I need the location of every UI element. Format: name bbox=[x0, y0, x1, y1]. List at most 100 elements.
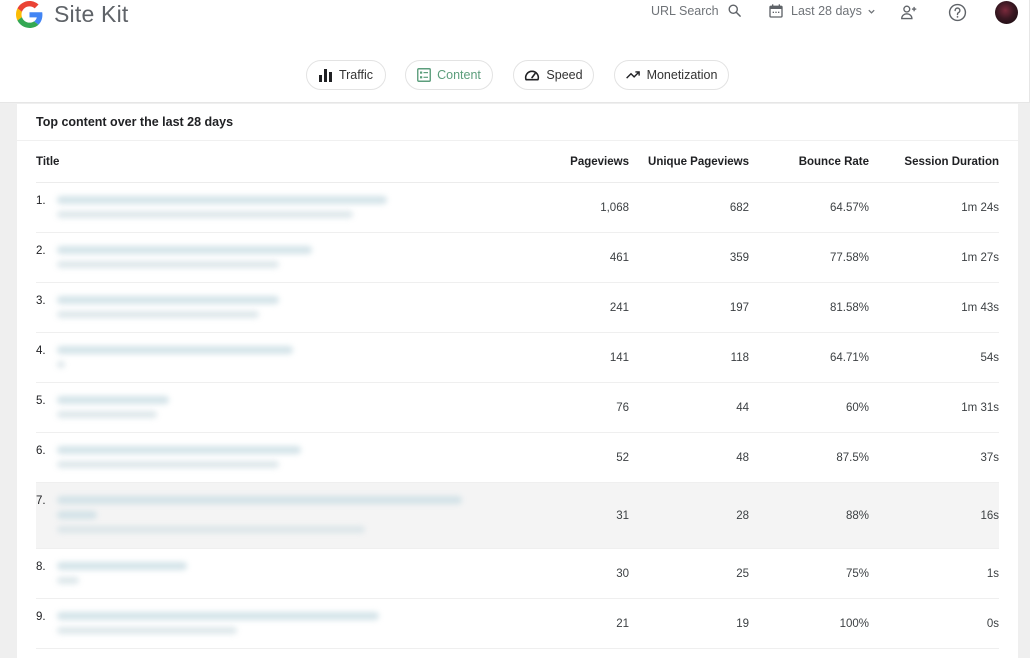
row-rank: 9. bbox=[36, 611, 46, 623]
session-duration-value: 1m 31s bbox=[961, 401, 999, 414]
row-rank: 1. bbox=[36, 195, 46, 207]
tab-content[interactable]: Content bbox=[405, 60, 493, 90]
pageviews-value: 52 bbox=[616, 451, 629, 464]
row-rank: 5. bbox=[36, 395, 46, 407]
table-row[interactable]: 9. 21 19 100% 0s bbox=[36, 599, 999, 649]
row-rank: 7. bbox=[36, 495, 46, 507]
row-rank: 4. bbox=[36, 345, 46, 357]
date-range-selector[interactable]: Last 28 days bbox=[768, 3, 876, 19]
row-rank: 3. bbox=[36, 295, 46, 307]
calendar-icon bbox=[769, 4, 783, 18]
trending-up-icon bbox=[625, 71, 640, 79]
chevron-down-icon bbox=[868, 9, 875, 14]
column-header-session-duration[interactable]: Session Duration bbox=[904, 141, 999, 183]
add-user-button[interactable] bbox=[900, 4, 918, 25]
card-title: Top content over the last 28 days bbox=[36, 115, 234, 129]
table-row[interactable]: 3. 241 197 81.58% 1m 43s bbox=[36, 283, 999, 333]
unique-pageviews-value: 19 bbox=[736, 617, 749, 630]
help-button[interactable] bbox=[948, 3, 967, 27]
bounce-rate-value: 64.71% bbox=[829, 351, 869, 364]
site-kit-header: Site Kit URL Search Last 28 days Traffic… bbox=[0, 0, 1030, 103]
pageviews-value: 21 bbox=[616, 617, 629, 630]
row-title-blurred[interactable] bbox=[57, 612, 379, 641]
table-row[interactable]: 5. 76 44 60% 1m 31s bbox=[36, 383, 999, 433]
session-duration-value: 16s bbox=[980, 509, 999, 522]
bounce-rate-value: 64.57% bbox=[829, 201, 869, 214]
row-title-blurred[interactable] bbox=[57, 246, 312, 275]
date-range-label: Last 28 days bbox=[791, 4, 862, 18]
speedometer-icon bbox=[525, 70, 540, 81]
pageviews-value: 76 bbox=[616, 401, 629, 414]
table-row-hovered[interactable]: 7. 31 28 88% 16s bbox=[36, 483, 999, 549]
table-row[interactable]: 6. 52 48 87.5% 37s bbox=[36, 433, 999, 483]
top-content-table: Title Pageviews Unique Pageviews Bounce … bbox=[36, 141, 999, 649]
row-title-blurred[interactable] bbox=[57, 496, 462, 540]
session-duration-value: 1m 27s bbox=[961, 251, 999, 264]
row-rank: 2. bbox=[36, 245, 46, 257]
tab-label: Monetization bbox=[646, 68, 718, 82]
bar-chart-icon bbox=[318, 68, 332, 82]
bounce-rate-value: 77.58% bbox=[829, 251, 869, 264]
unique-pageviews-value: 359 bbox=[729, 251, 749, 264]
session-duration-value: 0s bbox=[986, 617, 999, 630]
table-header: Title Pageviews Unique Pageviews Bounce … bbox=[36, 141, 999, 183]
bounce-rate-value: 60% bbox=[845, 401, 869, 414]
tab-traffic[interactable]: Traffic bbox=[306, 60, 386, 90]
row-title-blurred[interactable] bbox=[57, 296, 279, 325]
column-header-unique-pageviews[interactable]: Unique Pageviews bbox=[648, 141, 749, 183]
column-header-bounce-rate[interactable]: Bounce Rate bbox=[799, 141, 869, 183]
tab-label: Traffic bbox=[338, 68, 374, 82]
unique-pageviews-value: 118 bbox=[730, 351, 749, 364]
bounce-rate-value: 81.58% bbox=[829, 301, 869, 314]
unique-pageviews-value: 28 bbox=[736, 509, 749, 522]
tab-speed[interactable]: Speed bbox=[513, 60, 594, 90]
pageviews-value: 461 bbox=[609, 251, 629, 264]
add-user-icon bbox=[901, 5, 917, 20]
pageviews-value: 1,068 bbox=[600, 201, 629, 214]
table-row[interactable]: 4. 141 118 64.71% 54s bbox=[36, 333, 999, 383]
column-header-pageviews[interactable]: Pageviews bbox=[570, 141, 629, 183]
row-title-blurred[interactable] bbox=[57, 396, 169, 425]
unique-pageviews-value: 48 bbox=[736, 451, 749, 464]
tab-label: Content bbox=[437, 68, 481, 82]
unique-pageviews-value: 25 bbox=[736, 567, 749, 580]
user-avatar[interactable] bbox=[995, 1, 1018, 24]
row-title-blurred[interactable] bbox=[57, 562, 187, 591]
pageviews-value: 141 bbox=[609, 351, 629, 364]
google-g-logo-icon bbox=[16, 0, 43, 28]
row-title-blurred[interactable] bbox=[57, 446, 301, 475]
url-search-button[interactable]: URL Search bbox=[651, 3, 742, 18]
session-duration-value: 1s bbox=[986, 567, 999, 580]
session-duration-value: 54s bbox=[980, 351, 999, 364]
bounce-rate-value: 88% bbox=[845, 509, 869, 522]
table-row[interactable]: 2. 461 359 77.58% 1m 27s bbox=[36, 233, 999, 283]
tab-label: Speed bbox=[546, 68, 583, 82]
session-duration-value: 1m 24s bbox=[961, 201, 999, 214]
bounce-rate-value: 75% bbox=[845, 567, 869, 580]
search-icon bbox=[728, 4, 741, 17]
unique-pageviews-value: 682 bbox=[729, 201, 749, 214]
bounce-rate-value: 87.5% bbox=[836, 451, 869, 464]
pageviews-value: 241 bbox=[609, 301, 629, 314]
row-title-blurred[interactable] bbox=[57, 196, 387, 225]
row-rank: 6. bbox=[36, 445, 46, 457]
column-header-title[interactable]: Title bbox=[36, 141, 59, 183]
table-row[interactable]: 8. 30 25 75% 1s bbox=[36, 549, 999, 599]
brand-name: Site Kit bbox=[54, 0, 129, 27]
pageviews-value: 30 bbox=[616, 567, 629, 580]
top-content-card: Top content over the last 28 days Title … bbox=[17, 104, 1018, 658]
row-title-blurred[interactable] bbox=[57, 346, 293, 375]
unique-pageviews-value: 197 bbox=[729, 301, 749, 314]
session-duration-value: 37s bbox=[980, 451, 999, 464]
help-icon bbox=[948, 3, 967, 22]
url-search-label: URL Search bbox=[651, 3, 719, 18]
session-duration-value: 1m 43s bbox=[961, 301, 999, 314]
list-icon bbox=[417, 68, 432, 82]
table-row[interactable]: 1. 1,068 682 64.57% 1m 24s bbox=[36, 183, 999, 233]
unique-pageviews-value: 44 bbox=[736, 401, 749, 414]
tab-monetization[interactable]: Monetization bbox=[614, 60, 729, 90]
row-rank: 8. bbox=[36, 561, 46, 573]
pageviews-value: 31 bbox=[616, 509, 629, 522]
brand[interactable]: Site Kit bbox=[16, 0, 128, 28]
dashboard-tabs: Traffic Content Speed Monetization bbox=[0, 60, 1029, 90]
